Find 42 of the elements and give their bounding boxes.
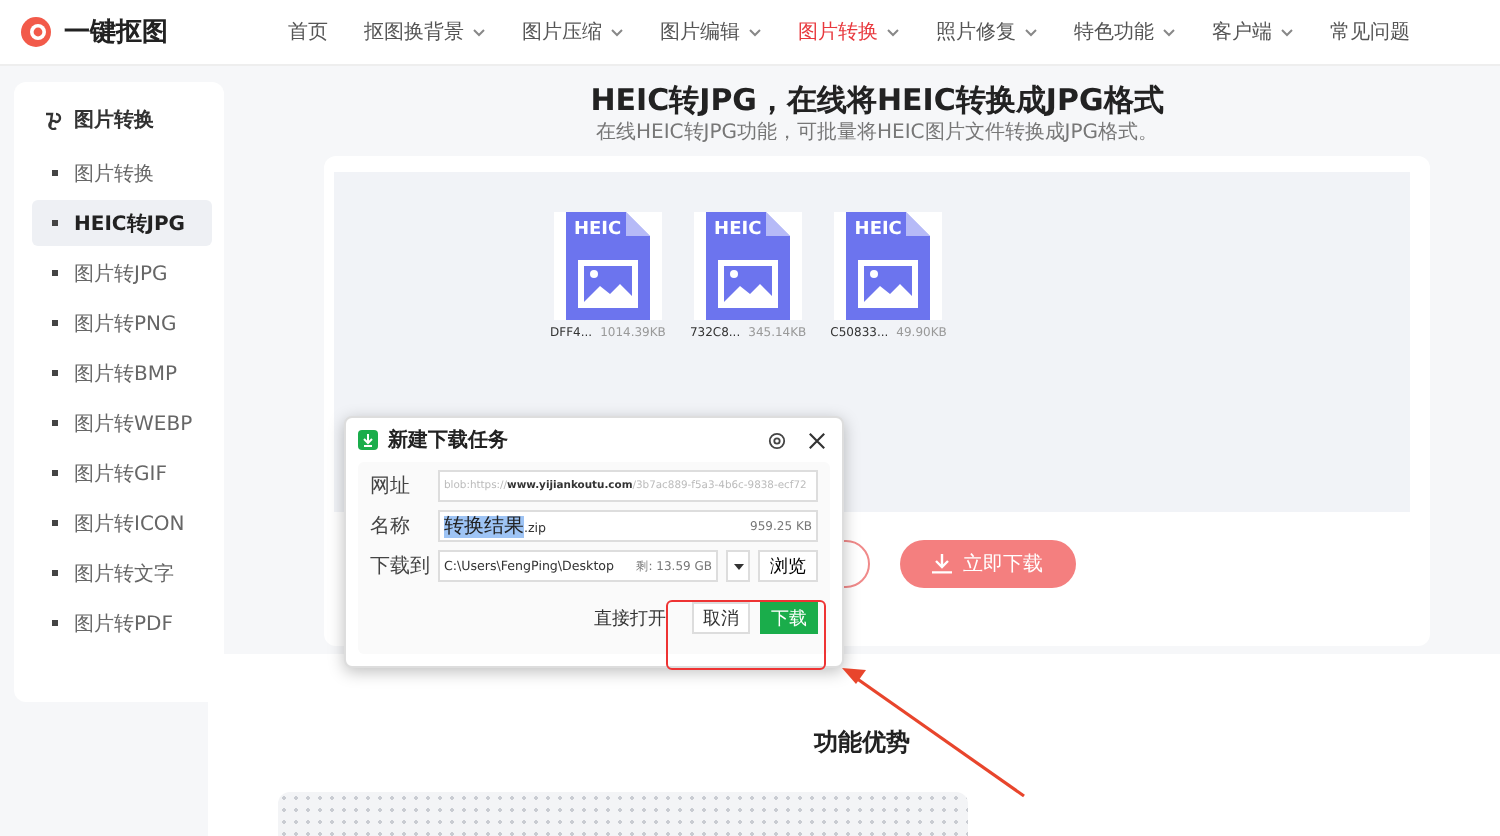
nav-item[interactable]: 抠图换背景 — [346, 18, 504, 46]
sidebar-item[interactable]: 图片转文字 — [32, 550, 212, 596]
cancel-button[interactable]: 取消 — [692, 602, 750, 634]
nav-item[interactable]: 图片转换 — [780, 18, 918, 46]
file-type-label: HEIC — [573, 220, 622, 242]
browse-button[interactable]: 浏览 — [758, 550, 818, 582]
sidebar-item[interactable]: 图片转换 — [32, 150, 212, 196]
sidebar-item[interactable]: 图片转PDF — [32, 600, 212, 646]
download-icon — [931, 554, 951, 574]
settings-icon[interactable] — [768, 431, 786, 449]
sidebar-item[interactable]: 图片转PNG — [32, 300, 212, 346]
page-subtitle: 在线HEIC转JPG功能，可批量将HEIC图片文件转换成JPG格式。 — [594, 120, 1160, 148]
open-directly-link[interactable]: 直接打开 — [594, 605, 666, 631]
file-type-label: HEIC — [854, 220, 902, 242]
loop-icon — [42, 111, 62, 129]
field-label: 下载到 — [370, 553, 430, 580]
nav-item[interactable]: 客户端 — [1194, 18, 1312, 46]
dialog-title: 新建下载任务 — [388, 426, 510, 454]
caret-icon — [733, 563, 743, 569]
sidebar-item[interactable]: 图片转BMP — [32, 350, 212, 396]
file-type-label: HEIC — [714, 220, 762, 242]
sidebar-title: 图片转换 — [74, 107, 154, 134]
close-icon[interactable] — [808, 431, 826, 449]
nav-item[interactable]: 特色功能 — [1056, 18, 1194, 46]
section-heading: 功能优势 — [814, 726, 912, 760]
dropdown-button[interactable] — [726, 550, 750, 582]
nav-item[interactable]: 图片压缩 — [504, 18, 642, 46]
download-app-icon — [358, 430, 378, 450]
logo-text: 一键抠图 — [64, 16, 168, 50]
nav-item[interactable]: 图片编辑 — [642, 18, 780, 46]
field-label: 名称 — [370, 514, 412, 540]
sidebar-item[interactable]: 图片转WEBP — [32, 400, 212, 446]
field-label: 网址 — [370, 473, 412, 500]
sidebar-item[interactable]: 图片转JPG — [32, 250, 212, 296]
page-title: HEIC转JPG，在线将HEIC转换成JPG格式 — [588, 82, 1166, 120]
sidebar-item[interactable]: 图片转ICON — [32, 500, 212, 546]
logo-icon — [20, 16, 52, 48]
nav-item[interactable]: 首页 — [270, 18, 346, 46]
sidebar-item[interactable]: 图片转GIF — [32, 450, 212, 496]
nav-item[interactable]: 照片修复 — [918, 18, 1056, 46]
nav-item[interactable]: 常见问题 — [1312, 18, 1428, 46]
sidebar-item[interactable]: HEIC转JPG — [32, 200, 212, 246]
